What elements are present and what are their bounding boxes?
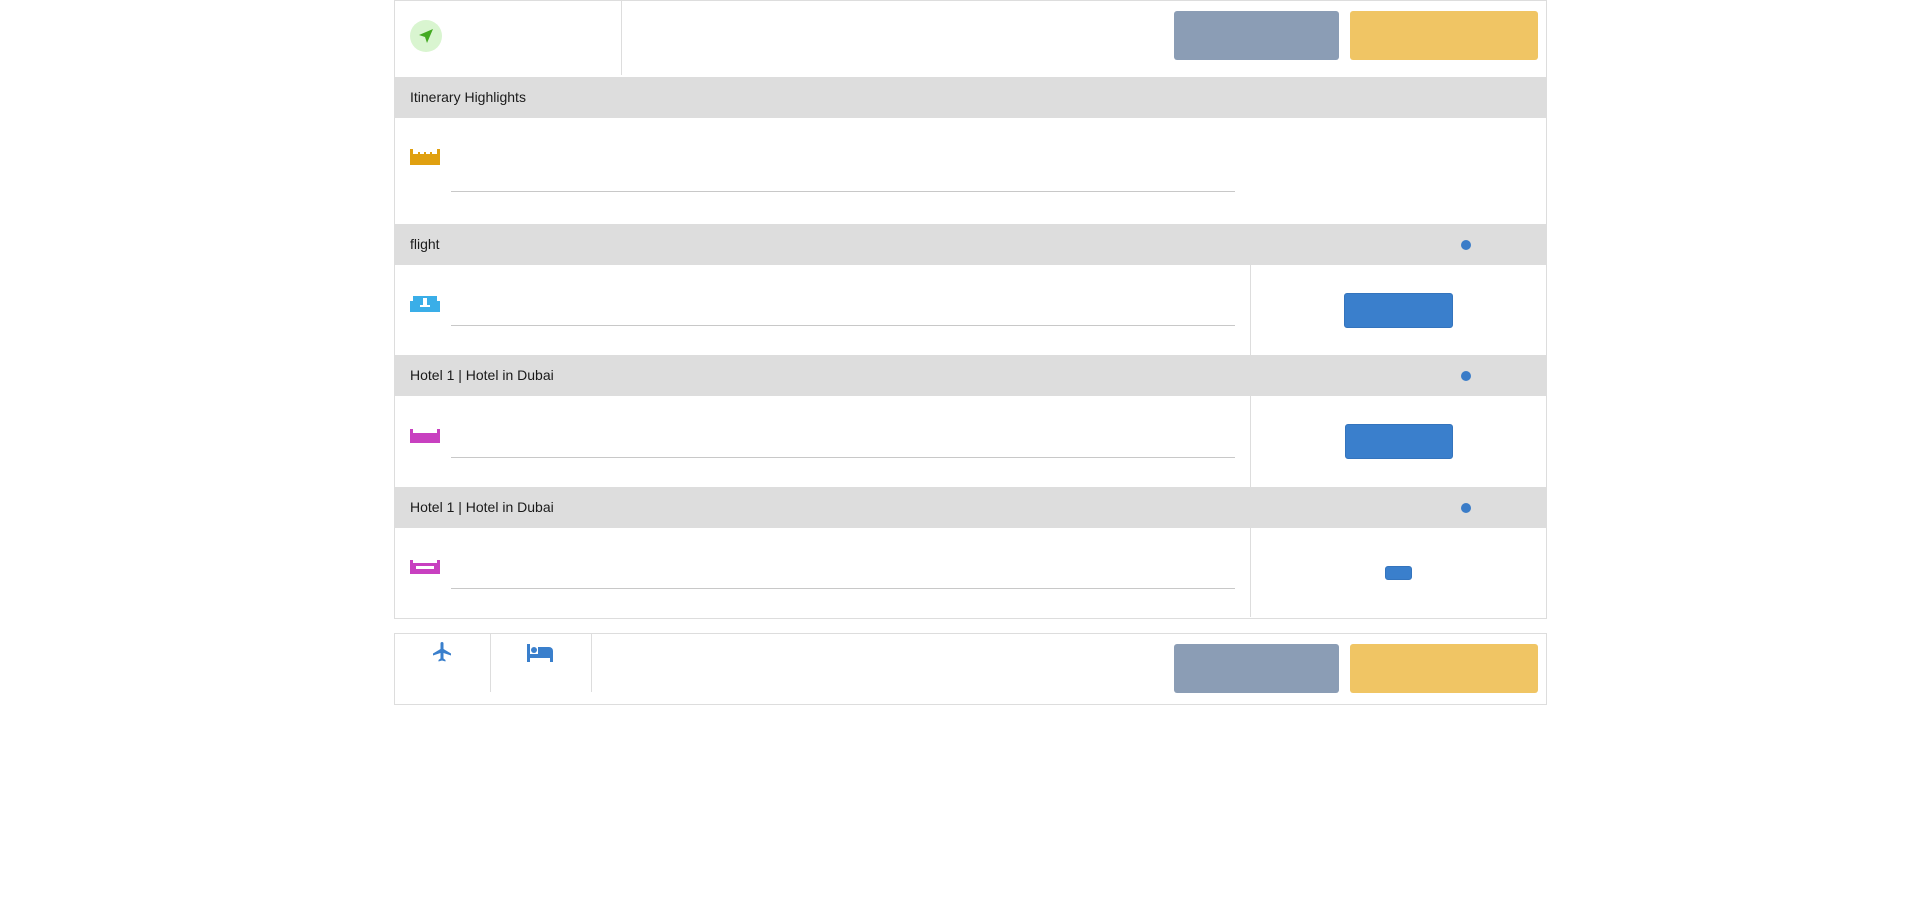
primary-action-button[interactable] bbox=[1350, 11, 1538, 60]
section-title: Hotel 1 | Hotel in Dubai bbox=[410, 499, 554, 515]
highlights-input-line[interactable] bbox=[451, 191, 1235, 192]
section-header-highlights: Itinerary Highlights bbox=[395, 77, 1546, 118]
flight-select-button[interactable] bbox=[1344, 293, 1453, 328]
secondary-action-button[interactable] bbox=[1174, 11, 1339, 60]
hotel-bed-icon bbox=[410, 429, 440, 443]
hotel-1-select-button[interactable] bbox=[1345, 424, 1453, 459]
bed-icon bbox=[527, 642, 553, 666]
section-body-highlights bbox=[395, 118, 1546, 222]
hotel-2-select-button[interactable] bbox=[1385, 566, 1412, 580]
section-body-flight bbox=[395, 265, 1546, 355]
tab-hotel[interactable] bbox=[490, 634, 592, 692]
hotel-1-input-line[interactable] bbox=[451, 457, 1235, 458]
section-body-hotel-2 bbox=[395, 528, 1546, 617]
status-dot bbox=[1461, 240, 1471, 250]
section-body-hotel-1 bbox=[395, 396, 1546, 487]
hotel-bed-icon bbox=[410, 560, 440, 574]
bottom-bar bbox=[394, 633, 1547, 705]
section-header-flight: flight bbox=[395, 224, 1546, 265]
itinerary-page: Itinerary Highlights flight Hotel 1 | Ho… bbox=[394, 0, 1547, 705]
hotel-2-action-cell bbox=[1250, 528, 1547, 617]
flight-input-line[interactable] bbox=[451, 325, 1235, 326]
top-bar bbox=[395, 1, 1546, 77]
primary-action-button[interactable] bbox=[1350, 644, 1538, 693]
status-dot bbox=[1461, 503, 1471, 513]
hotel-2-input-line[interactable] bbox=[451, 588, 1235, 589]
itinerary-icon bbox=[410, 149, 440, 165]
itinerary-panel: Itinerary Highlights flight Hotel 1 | Ho… bbox=[394, 0, 1547, 619]
status-dot bbox=[1461, 371, 1471, 381]
tab-flight[interactable] bbox=[395, 634, 491, 692]
location-arrow-icon[interactable] bbox=[410, 20, 442, 52]
flight-action-cell bbox=[1250, 265, 1547, 355]
top-left-cell bbox=[395, 1, 622, 75]
section-header-hotel-1: Hotel 1 | Hotel in Dubai bbox=[395, 355, 1546, 396]
section-title: flight bbox=[410, 236, 440, 252]
section-title: Itinerary Highlights bbox=[410, 89, 526, 105]
airplane-icon bbox=[430, 640, 454, 668]
secondary-action-button[interactable] bbox=[1174, 644, 1339, 693]
section-title: Hotel 1 | Hotel in Dubai bbox=[410, 367, 554, 383]
hotel-1-action-cell bbox=[1250, 396, 1547, 487]
flight-ticket-icon bbox=[410, 296, 440, 312]
section-header-hotel-2: Hotel 1 | Hotel in Dubai bbox=[395, 487, 1546, 528]
